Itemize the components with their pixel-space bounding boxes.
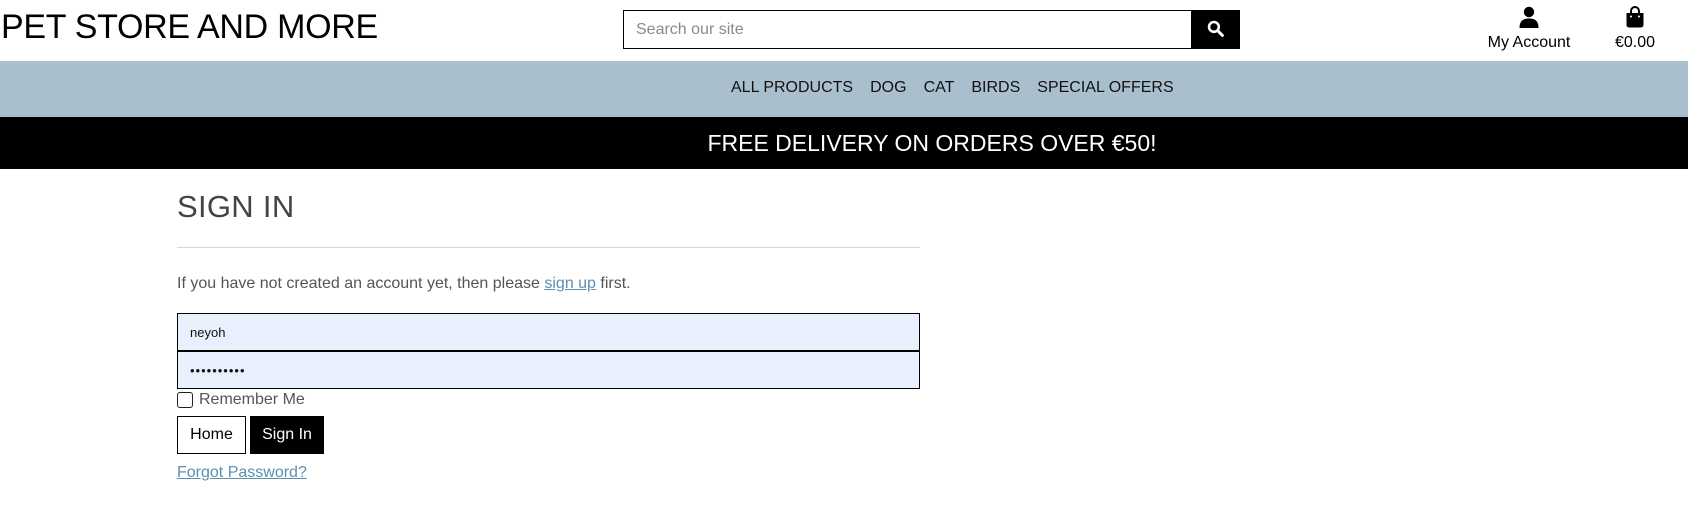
signup-prompt-text-before: If you have not created an account yet, … — [177, 275, 545, 292]
main-nav: ALL PRODUCTS DOG CAT BIRDS SPECIAL OFFER… — [0, 61, 1688, 117]
nav-links: ALL PRODUCTS DOG CAT BIRDS SPECIAL OFFER… — [731, 79, 1174, 97]
remember-me-checkbox[interactable] — [177, 392, 193, 408]
delivery-banner: FREE DELIVERY ON ORDERS OVER €50! — [0, 117, 1688, 169]
remember-me-label: Remember Me — [199, 391, 305, 408]
search-input[interactable] — [623, 10, 1191, 49]
cart-link[interactable]: €0.00 — [1605, 4, 1665, 52]
cart-total: €0.00 — [1614, 34, 1656, 51]
password-field[interactable] — [177, 351, 920, 389]
search-form — [623, 10, 1240, 49]
nav-item-cat[interactable]: CAT — [924, 79, 955, 97]
my-account-label: My Account — [1487, 34, 1571, 51]
home-button[interactable]: Home — [177, 416, 246, 454]
nav-item-special-offers[interactable]: SPECIAL OFFERS — [1037, 79, 1173, 97]
user-icon — [1484, 4, 1574, 28]
site-header: PET STORE AND MORE My Account €0.00 — [0, 0, 1688, 61]
shopping-bag-icon — [1605, 4, 1665, 28]
site-logo[interactable]: PET STORE AND MORE — [1, 8, 378, 47]
nav-item-birds[interactable]: BIRDS — [971, 79, 1020, 97]
page-title: SIGN IN — [177, 189, 295, 224]
sign-in-button[interactable]: Sign In — [250, 416, 324, 454]
my-account-link[interactable]: My Account — [1484, 4, 1574, 52]
divider — [177, 247, 920, 248]
forgot-password-link[interactable]: Forgot Password? — [177, 464, 307, 482]
signup-link[interactable]: sign up — [544, 275, 596, 292]
signup-prompt: If you have not created an account yet, … — [177, 275, 631, 293]
search-button[interactable] — [1191, 10, 1240, 49]
username-field[interactable] — [177, 313, 920, 351]
nav-item-all-products[interactable]: ALL PRODUCTS — [731, 79, 853, 97]
remember-me[interactable]: Remember Me — [177, 391, 305, 409]
nav-item-dog[interactable]: DOG — [870, 79, 906, 97]
signup-prompt-text-after: first. — [595, 275, 631, 292]
delivery-banner-text: FREE DELIVERY ON ORDERS OVER €50! — [707, 130, 1157, 156]
search-icon — [1207, 20, 1224, 40]
